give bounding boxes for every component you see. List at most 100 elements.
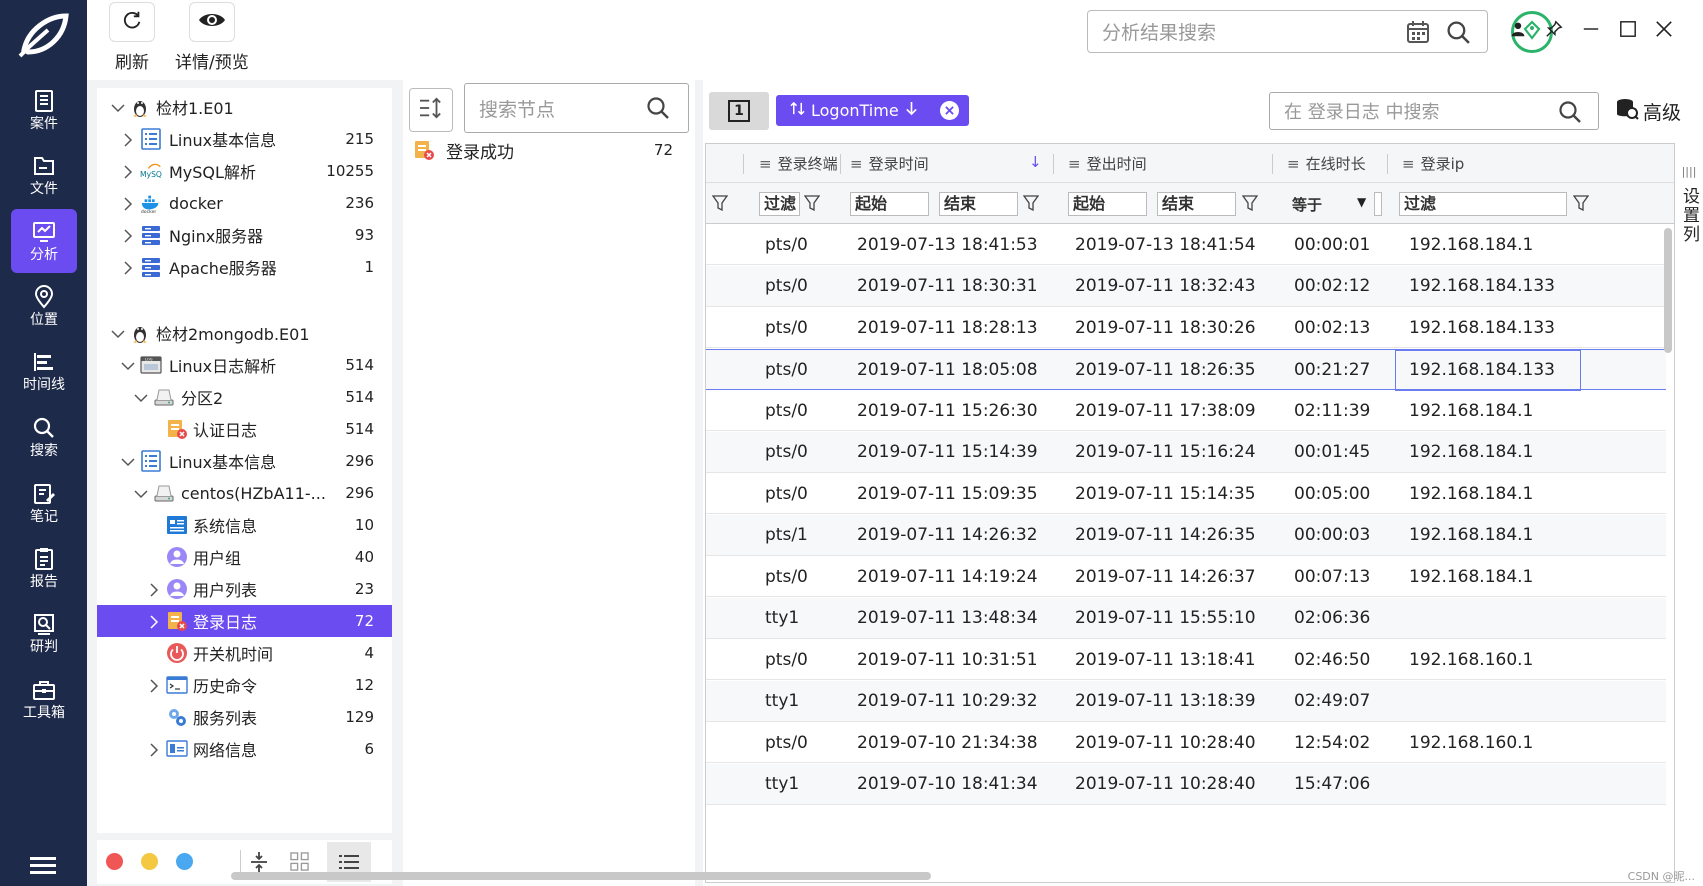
sidebar-item[interactable]: 案件 [11, 78, 77, 142]
tree-node[interactable]: 检材2mongodb.E01 [97, 317, 392, 349]
cell-duration[interactable]: 00:21:27 [1294, 350, 1370, 391]
cell-duration[interactable]: 02:11:39 [1294, 390, 1370, 431]
cell-terminal[interactable]: pts/0 [765, 722, 808, 763]
pin-icon[interactable] [1543, 18, 1565, 40]
cell-terminal[interactable]: tty1 [765, 598, 799, 639]
column-header-duration[interactable]: ≡ 在线时长 [1287, 144, 1366, 183]
cell-logout-time[interactable]: 2019-07-11 14:26:35 [1075, 515, 1256, 556]
cell-terminal[interactable]: pts/0 [765, 224, 808, 265]
sidebar-item[interactable]: 分析 [11, 209, 77, 273]
cell-login-time[interactable]: 2019-07-13 18:41:53 [857, 224, 1038, 265]
column-header-ip[interactable]: ≡ 登录ip [1402, 144, 1464, 183]
column-header-terminal[interactable]: ≡ 登录终端 [759, 144, 838, 183]
remove-chip-icon[interactable] [940, 101, 959, 120]
cell-logout-time[interactable]: 2019-07-11 18:30:26 [1075, 307, 1256, 348]
cell-login-time[interactable]: 2019-07-11 10:29:32 [857, 681, 1038, 722]
cell-login-time[interactable]: 2019-07-11 14:26:32 [857, 515, 1038, 556]
cell-duration[interactable]: 15:47:06 [1294, 764, 1370, 805]
cell-terminal[interactable]: pts/1 [765, 515, 808, 556]
advanced-search-button[interactable]: 高级 [1615, 94, 1681, 128]
sort-nodes-button[interactable] [409, 88, 453, 132]
cell-terminal[interactable]: pts/0 [765, 266, 808, 307]
table-row[interactable]: pts/0 2019-07-13 18:41:53 2019-07-13 18:41… [706, 224, 1666, 265]
table-row[interactable]: pts/0 2019-07-11 14:19:24 2019-07-11 14:26… [706, 556, 1666, 597]
cell-duration[interactable]: 00:00:03 [1294, 515, 1370, 556]
tree-node[interactable]: centos(HZbA11-... 296 [97, 477, 392, 509]
tree-node[interactable]: 开关机时间 4 [97, 637, 392, 669]
cell-login-time[interactable]: 2019-07-11 13:48:34 [857, 598, 1038, 639]
cell-duration[interactable]: 02:06:36 [1294, 598, 1370, 639]
cell-terminal[interactable]: pts/0 [765, 432, 808, 473]
cell-logout-time[interactable]: 2019-07-11 10:28:40 [1075, 764, 1256, 805]
search-icon[interactable] [1558, 100, 1582, 129]
cell-duration[interactable]: 00:05:00 [1294, 473, 1370, 514]
cell-terminal[interactable]: pts/0 [765, 390, 808, 431]
cell-terminal[interactable]: pts/0 [765, 556, 808, 597]
cell-terminal[interactable]: pts/0 [765, 350, 808, 391]
login-start-filter-input[interactable]: 起始 [850, 192, 929, 216]
dropdown-arrow-icon[interactable]: ▼ [1357, 195, 1366, 209]
cell-login-time[interactable]: 2019-07-11 18:28:13 [857, 307, 1038, 348]
chevron-right-icon[interactable] [121, 228, 135, 243]
search-icon[interactable] [646, 96, 670, 125]
cell-login-time[interactable]: 2019-07-11 18:30:31 [857, 266, 1038, 307]
cell-terminal[interactable]: tty1 [765, 681, 799, 722]
log-search-input[interactable]: 在 登录日志 中搜索 [1269, 92, 1599, 130]
filter-icon[interactable] [711, 195, 729, 212]
terminal-filter-input[interactable]: 过滤 [759, 192, 800, 216]
page-number-button[interactable]: 1 [709, 92, 769, 130]
cell-logout-time[interactable]: 2019-07-11 13:18:41 [1075, 639, 1256, 680]
cell-ip[interactable]: 192.168.184.133 [1409, 266, 1555, 307]
chevron-right-icon[interactable] [147, 678, 161, 693]
chevron-right-icon[interactable] [147, 614, 161, 629]
chevron-down-icon[interactable] [134, 390, 148, 404]
cell-login-time[interactable]: 2019-07-11 14:19:24 [857, 556, 1038, 597]
cell-logout-time[interactable]: 2019-07-11 14:26:37 [1075, 556, 1256, 597]
cell-ip[interactable]: 192.168.184.1 [1409, 515, 1533, 556]
cell-duration[interactable]: 00:02:13 [1294, 307, 1370, 348]
table-row[interactable]: pts/0 2019-07-11 18:05:08 2019-07-11 18:26… [706, 348, 1666, 391]
tree-node[interactable]: 登录日志 72 [97, 605, 392, 637]
cell-login-time[interactable]: 2019-07-11 15:26:30 [857, 390, 1038, 431]
cell-logout-time[interactable]: 2019-07-13 18:41:54 [1075, 224, 1256, 265]
tree-node[interactable]: LOG Linux日志解析 514 [97, 349, 392, 381]
maximize-icon[interactable] [1617, 18, 1639, 40]
cell-ip[interactable]: 192.168.160.1 [1409, 639, 1533, 680]
sidebar-item[interactable]: 时间线 [11, 339, 77, 403]
tree-node[interactable]: Nginx服务器 93 [97, 219, 392, 251]
cell-logout-time[interactable]: 2019-07-11 13:18:39 [1075, 681, 1256, 722]
tree-node[interactable]: 用户列表 23 [97, 573, 392, 605]
cell-ip[interactable]: 192.168.160.1 [1409, 722, 1533, 763]
chevron-right-icon[interactable] [147, 742, 161, 757]
sidebar-item[interactable]: 搜索 [11, 405, 77, 469]
duration-operator-select[interactable]: 等于 [1292, 194, 1322, 215]
cell-logout-time[interactable]: 2019-07-11 15:55:10 [1075, 598, 1256, 639]
table-row[interactable]: pts/0 2019-07-11 10:31:51 2019-07-11 13:18… [706, 639, 1666, 680]
minimize-icon[interactable] [1580, 18, 1602, 40]
cell-terminal[interactable]: pts/0 [765, 639, 808, 680]
cell-logout-time[interactable]: 2019-07-11 18:26:35 [1075, 350, 1256, 391]
chevron-right-icon[interactable] [121, 132, 135, 147]
sidebar-item[interactable]: 研判 [11, 601, 77, 665]
tree-node[interactable]: 分区2 514 [97, 381, 392, 413]
sort-chip-logontime[interactable]: LogonTime [776, 95, 969, 126]
tree-node[interactable]: 网络信息 6 [97, 733, 392, 765]
cell-ip[interactable]: 192.168.184.133 [1409, 307, 1555, 348]
cell-ip[interactable]: 192.168.184.1 [1409, 432, 1533, 473]
cell-login-time[interactable]: 2019-07-10 21:34:38 [857, 722, 1038, 763]
duration-value-input[interactable] [1374, 192, 1382, 216]
cell-login-time[interactable]: 2019-07-11 10:31:51 [857, 639, 1038, 680]
blue-dot-icon[interactable] [176, 853, 193, 870]
chevron-right-icon[interactable] [147, 582, 161, 597]
sidebar-item[interactable]: 位置 [11, 274, 77, 338]
details-preview-button[interactable]: 详情/预览 [175, 2, 249, 73]
filter-icon[interactable] [1572, 195, 1590, 212]
logout-start-filter-input[interactable]: 起始 [1068, 192, 1147, 216]
table-row[interactable]: tty1 2019-07-10 18:41:34 2019-07-11 10:28:… [706, 763, 1666, 805]
chevron-right-icon[interactable] [121, 164, 135, 179]
filter-icon[interactable] [1241, 195, 1259, 212]
chevron-right-icon[interactable] [121, 196, 135, 211]
cell-duration[interactable]: 00:02:12 [1294, 266, 1370, 307]
refresh-button[interactable]: 刷新 [109, 2, 155, 73]
logout-end-filter-input[interactable]: 结束 [1157, 192, 1236, 216]
